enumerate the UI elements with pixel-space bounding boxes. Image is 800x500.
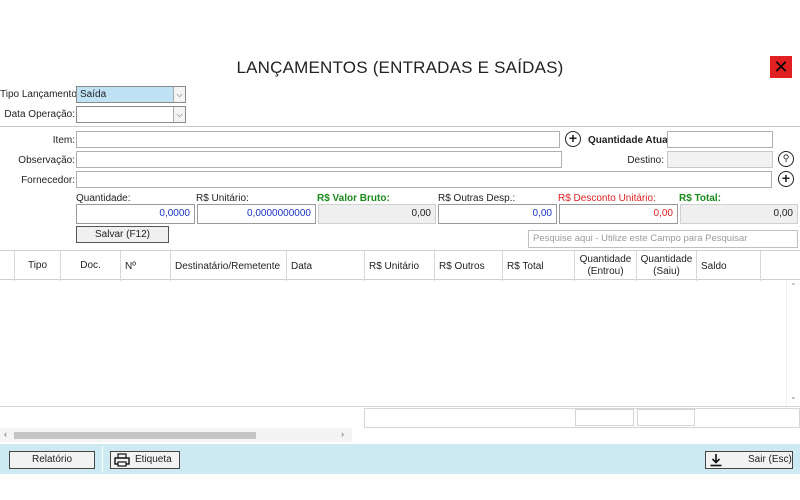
destino-input[interactable] xyxy=(667,151,773,168)
col-data[interactable]: Data xyxy=(286,251,364,281)
destino-label: Destino: xyxy=(627,155,664,166)
col-tipo[interactable]: Tipo xyxy=(14,251,60,281)
data-operacao-label: Data Operação: xyxy=(4,109,75,120)
data-operacao-select[interactable]: ⌵ xyxy=(76,106,186,123)
search-input[interactable]: Pesquise aqui - Utilize este Campo para … xyxy=(528,230,798,248)
row-selector-header xyxy=(0,251,14,281)
col-qtd-saiu[interactable]: Quantidade (Saiu) xyxy=(636,251,696,281)
table-body[interactable] xyxy=(0,281,786,406)
divider xyxy=(0,406,800,407)
search-destino-icon[interactable]: ⚲ xyxy=(778,151,794,167)
col-doc[interactable]: Doc. xyxy=(60,251,120,281)
outras-desp-input[interactable]: 0,00 xyxy=(438,204,557,224)
horizontal-scroll-thumb[interactable] xyxy=(14,432,256,439)
valor-bruto-field: 0,00 xyxy=(318,204,436,224)
tipo-lancamento-value: Saída xyxy=(80,89,107,100)
download-exit-icon xyxy=(710,454,722,467)
fornecedor-label: Fornecedor: xyxy=(21,175,75,186)
sair-button[interactable]: Sair (Esc) xyxy=(705,451,793,469)
etiqueta-button[interactable]: Etiqueta xyxy=(110,451,180,469)
window-title: LANÇAMENTOS (ENTRADAS E SAÍDAS) xyxy=(236,58,564,77)
quantidade-atual-label: Quantidade Atual: xyxy=(588,135,674,146)
desconto-input[interactable]: 0,00 xyxy=(559,204,678,224)
observacao-label: Observação: xyxy=(18,155,75,166)
etiqueta-label: Etiqueta xyxy=(135,454,172,465)
tipo-lancamento-select[interactable]: Saída ⌵ xyxy=(76,86,186,103)
unitario-label: R$ Unitário: xyxy=(196,193,249,204)
tipo-lancamento-label: Tipo Lançamento: xyxy=(0,89,80,100)
total-saiu-field xyxy=(637,409,695,426)
sair-label: Sair (Esc) xyxy=(748,454,792,465)
col-destinatario[interactable]: Destinatário/Remetente xyxy=(170,251,286,281)
fornecedor-input[interactable] xyxy=(76,171,772,188)
item-input[interactable] xyxy=(76,131,560,148)
outras-desp-label: R$ Outras Desp.: xyxy=(438,193,516,204)
col-numero[interactable]: Nº xyxy=(120,251,170,281)
scroll-up-icon[interactable]: ⌃ xyxy=(790,282,797,291)
salvar-button[interactable]: Salvar (F12) xyxy=(76,226,169,243)
total-entrou-field xyxy=(575,409,634,426)
item-label: Item: xyxy=(52,135,75,146)
desconto-label: R$ Desconto Unitário: xyxy=(558,193,656,204)
add-item-icon[interactable]: + xyxy=(565,131,581,147)
vertical-scrollbar[interactable]: ⌃ ⌄ xyxy=(786,280,800,406)
total-field: 0,00 xyxy=(680,204,798,224)
close-button[interactable]: ✕ xyxy=(770,56,792,78)
divider xyxy=(0,126,800,127)
total-label: R$ Total: xyxy=(679,193,722,204)
relatorio-button[interactable]: Relatório xyxy=(9,451,95,469)
col-saldo[interactable]: Saldo xyxy=(696,251,760,281)
col-qtd-entrou[interactable]: Quantidade (Entrou) xyxy=(574,251,636,281)
scroll-right-icon[interactable]: › xyxy=(341,429,344,439)
toolbar-divider xyxy=(102,446,103,472)
add-fornecedor-icon[interactable]: + xyxy=(778,171,794,187)
chevron-down-icon[interactable]: ⌵ xyxy=(173,107,185,122)
col-outros[interactable]: R$ Outros xyxy=(434,251,502,281)
printer-icon xyxy=(114,453,130,467)
valor-bruto-label: R$ Valor Bruto: xyxy=(317,193,390,204)
observacao-input[interactable] xyxy=(76,151,562,168)
quantidade-label: Quantidade: xyxy=(76,193,131,204)
unitario-input[interactable]: 0,0000000000 xyxy=(197,204,316,224)
table-header: Tipo Doc. Nº Destinatário/Remetente Data… xyxy=(0,250,800,281)
scroll-left-icon[interactable]: ‹ xyxy=(4,429,7,439)
quantidade-input[interactable]: 0,0000 xyxy=(76,204,195,224)
scroll-down-icon[interactable]: ⌄ xyxy=(790,392,797,401)
col-total[interactable]: R$ Total xyxy=(502,251,574,281)
chevron-down-icon[interactable]: ⌵ xyxy=(173,87,185,102)
quantidade-atual-field xyxy=(667,131,773,148)
col-unitario[interactable]: R$ Unitário xyxy=(364,251,434,281)
col-spacer xyxy=(760,251,800,281)
